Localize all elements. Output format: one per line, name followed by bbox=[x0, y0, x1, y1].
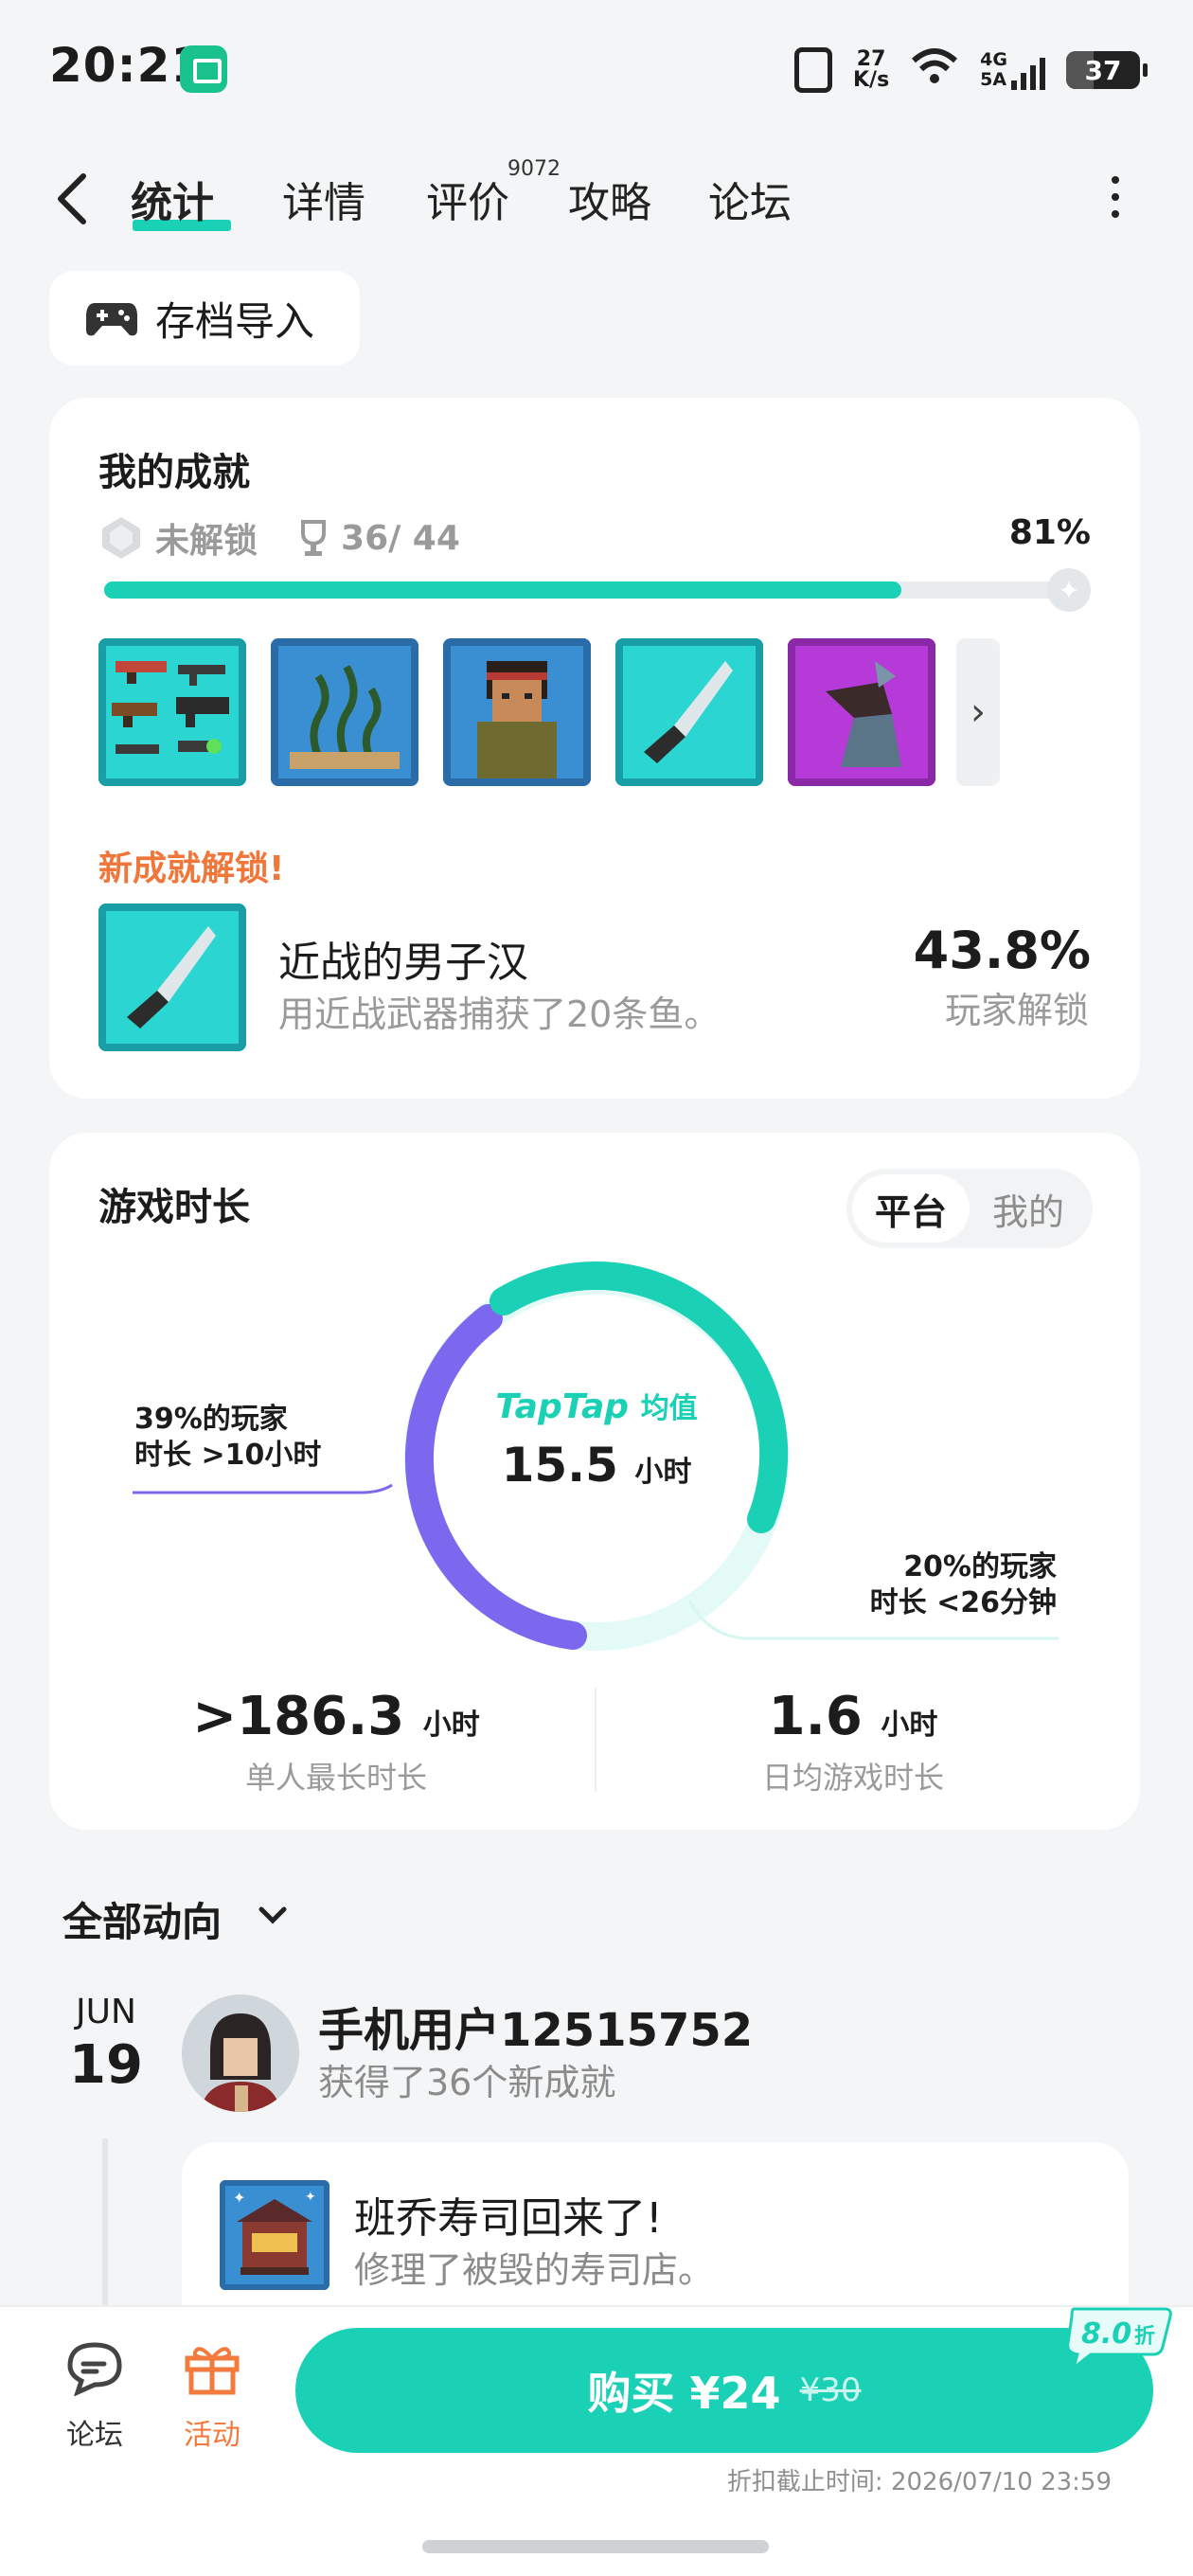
feed-card-title: 班乔寿司回来了! bbox=[354, 2194, 663, 2243]
signal-type-top: 4G bbox=[980, 49, 1007, 70]
battery-icon: 37 bbox=[1066, 51, 1148, 89]
forum-button[interactable]: 论坛 bbox=[47, 2339, 142, 2453]
max-playtime: >186.3 小时 bbox=[151, 1686, 521, 1747]
latest-achievement-rate: 43.8% bbox=[913, 921, 1091, 980]
status-icons: 27 K/s 4G 5A 37 bbox=[793, 45, 1148, 95]
review-count: 9072 bbox=[507, 157, 561, 181]
svg-text:✦: ✦ bbox=[305, 2190, 316, 2205]
playtime-title: 游戏时长 bbox=[98, 1186, 250, 1229]
original-price: ¥30 bbox=[799, 2371, 862, 2409]
max-playtime-value: >186.3 bbox=[192, 1686, 405, 1747]
save-import-label: 存档导入 bbox=[155, 297, 315, 345]
daily-playtime-label: 日均游戏时长 bbox=[761, 1760, 944, 1796]
app-notification-icon bbox=[180, 45, 227, 93]
progress-end-star-icon: ✦ bbox=[1047, 568, 1091, 612]
discount-badge: 8.0 折 bbox=[1066, 2307, 1172, 2370]
achievement-icon-seaweed[interactable] bbox=[271, 638, 418, 786]
achievements-next-arrow-icon[interactable]: › bbox=[956, 638, 1000, 786]
avg-playtime-value: 15.5 bbox=[501, 1438, 618, 1493]
trophy-icon bbox=[301, 520, 327, 556]
signal-type-bottom: 5A bbox=[980, 69, 1007, 90]
sushi-shop-achievement-icon: ✦ ✦ bbox=[220, 2180, 329, 2290]
svg-text:✦: ✦ bbox=[233, 2189, 245, 2207]
achievements-title: 我的成就 bbox=[98, 451, 250, 494]
latest-achievement-desc: 用近战武器捕获了20条鱼。 bbox=[278, 993, 721, 1035]
tab-details[interactable]: 详情 bbox=[282, 169, 365, 229]
latest-achievement-name: 近战的男子汉 bbox=[278, 939, 528, 987]
achievement-icon-character[interactable] bbox=[443, 638, 591, 786]
discount-unit: 折 bbox=[1134, 2325, 1155, 2349]
right-note: 20%的玩家 时长 <26分钟 bbox=[870, 1549, 1057, 1621]
save-import-button[interactable]: 存档导入 bbox=[49, 271, 360, 366]
feed-card-desc: 修理了被毁的寿司店。 bbox=[354, 2249, 715, 2291]
new-achievement-label: 新成就解锁! bbox=[98, 850, 285, 888]
tab-guides[interactable]: 攻略 bbox=[568, 169, 651, 229]
net-speed: 27 K/s bbox=[853, 49, 889, 91]
wifi-icon bbox=[910, 45, 959, 95]
tab-stats[interactable]: 统计 bbox=[131, 169, 214, 229]
chevron-down-icon[interactable] bbox=[256, 1898, 290, 1932]
achievement-icon-fish[interactable] bbox=[788, 638, 935, 786]
brand-logo-text: TapTap bbox=[495, 1387, 630, 1426]
avg-label: 均值 bbox=[640, 1392, 698, 1425]
max-playtime-label: 单人最长时长 bbox=[244, 1760, 427, 1796]
avg-playtime: 15.5 小时 bbox=[492, 1438, 701, 1493]
left-note-line2: 时长 >10小时 bbox=[134, 1439, 322, 1472]
max-playtime-unit: 小时 bbox=[422, 1708, 480, 1742]
daily-playtime: 1.6 小时 bbox=[668, 1686, 1038, 1747]
tab-reviews[interactable]: 评价 bbox=[426, 169, 509, 229]
net-speed-value: 27 bbox=[856, 47, 886, 71]
signal-icon: 4G 5A bbox=[980, 50, 1045, 90]
achievement-summary: 未解锁 36/ 44 bbox=[98, 513, 460, 563]
toggle-platform[interactable]: 平台 bbox=[852, 1174, 970, 1243]
feed-day: 19 bbox=[69, 2034, 143, 2096]
left-note-line1: 39%的玩家 bbox=[134, 1403, 288, 1436]
net-speed-unit: K/s bbox=[852, 68, 890, 92]
latest-achievement-rate-label: 玩家解锁 bbox=[944, 990, 1089, 1031]
home-indicator[interactable] bbox=[422, 2540, 769, 2553]
buy-label: 购买 ¥24 bbox=[587, 2368, 781, 2419]
forum-chat-icon bbox=[67, 2342, 122, 2397]
achievement-count: 36/ 44 bbox=[341, 518, 460, 558]
tab-forum[interactable]: 论坛 bbox=[708, 169, 792, 229]
right-note-line1: 20%的玩家 bbox=[903, 1550, 1057, 1583]
forum-label: 论坛 bbox=[66, 2419, 123, 2452]
more-menu-icon[interactable] bbox=[1108, 176, 1123, 224]
gift-icon bbox=[185, 2347, 240, 2395]
achievement-percent: 81% bbox=[1008, 513, 1091, 552]
taptap-brand: TapTap 均值 bbox=[492, 1385, 701, 1426]
daily-playtime-unit: 小时 bbox=[881, 1708, 938, 1742]
avg-playtime-unit: 小时 bbox=[634, 1456, 692, 1489]
achievement-icon-knife[interactable] bbox=[615, 638, 763, 786]
event-label: 活动 bbox=[184, 2419, 240, 2452]
feed-user-name[interactable]: 手机用户12515752 bbox=[318, 1993, 753, 2059]
right-note-line2: 时长 <26分钟 bbox=[869, 1586, 1057, 1619]
avatar[interactable] bbox=[182, 1995, 299, 2112]
feed-month: JUN bbox=[76, 1993, 136, 2031]
event-button[interactable]: 活动 bbox=[165, 2339, 259, 2453]
achievement-progress-fill bbox=[104, 581, 901, 599]
feed-filter-title[interactable]: 全部动向 bbox=[62, 1890, 222, 1948]
timeline-line bbox=[102, 2138, 108, 2309]
vibrate-icon bbox=[793, 47, 832, 93]
battery-level: 37 bbox=[1084, 54, 1122, 86]
locked-badge-icon bbox=[102, 517, 140, 559]
left-note: 39%的玩家 时长 >10小时 bbox=[134, 1402, 321, 1474]
feed-user-action: 获得了36个新成就 bbox=[318, 2062, 616, 2103]
back-arrow-icon[interactable] bbox=[53, 170, 91, 227]
toggle-mine[interactable]: 我的 bbox=[970, 1174, 1087, 1243]
gamepad-icon bbox=[86, 303, 137, 336]
discount-deadline: 折扣截止时间: 2026/07/10 23:59 bbox=[726, 2468, 1112, 2496]
playtime-toggle[interactable]: 平台 我的 bbox=[846, 1169, 1093, 1248]
stats-divider bbox=[595, 1688, 596, 1792]
discount-value: 8.0 bbox=[1081, 2317, 1131, 2351]
latest-achievement-icon[interactable] bbox=[98, 903, 246, 1051]
buy-button[interactable]: 购买 ¥24 ¥30 bbox=[295, 2328, 1153, 2453]
locked-label: 未解锁 bbox=[155, 522, 258, 561]
daily-playtime-value: 1.6 bbox=[768, 1686, 863, 1747]
achievement-icon-weapons[interactable] bbox=[98, 638, 246, 786]
